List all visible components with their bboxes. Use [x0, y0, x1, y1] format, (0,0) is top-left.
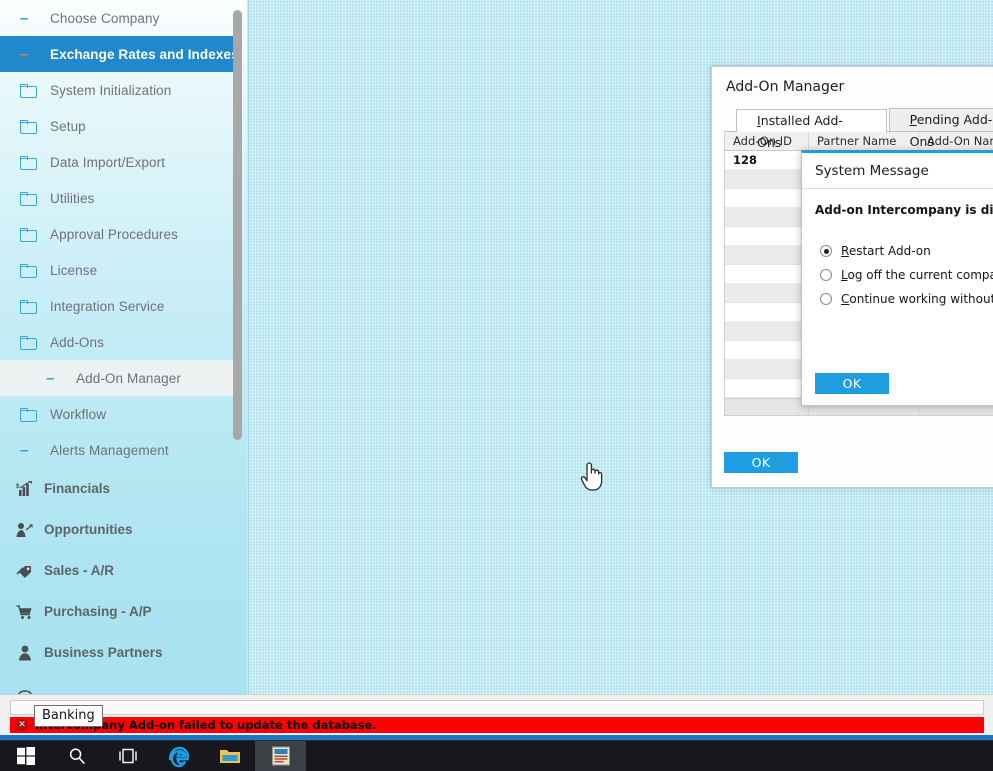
- tree-item-license[interactable]: License: [0, 252, 236, 288]
- pointing-hand-cursor: [578, 460, 604, 497]
- status-error-message: ✕ Intercompany Add-on failed to update t…: [10, 717, 984, 733]
- add-on-manager-footer: OK: [724, 452, 798, 473]
- radio-label: Continue working without this Add-on: [841, 292, 993, 306]
- tree-item-data-import-export[interactable]: Data Import/Export: [0, 144, 236, 180]
- add-on-manager-ok-button[interactable]: OK: [724, 452, 798, 473]
- folder-icon: [20, 84, 46, 98]
- module-item-label: Opportunities: [44, 522, 133, 537]
- folder-icon: [20, 120, 46, 134]
- status-bar: ✕ Intercompany Add-on failed to update t…: [0, 694, 993, 735]
- module-item-label: Business Partners: [44, 645, 163, 660]
- folder-icon: [20, 300, 46, 314]
- radio-label: Log off the current company: [841, 268, 993, 282]
- sidebar-scrollbar-thumb[interactable]: [233, 10, 242, 440]
- module-item-purchasing-ap[interactable]: Purchasing - A/P: [0, 591, 236, 632]
- tree-item-label: Workflow: [50, 406, 107, 422]
- radio-option-continue-without-add-on[interactable]: Continue working without this Add-on: [820, 287, 993, 311]
- folder-icon: [20, 336, 46, 350]
- tree-item-label: License: [50, 262, 98, 278]
- module-tree-sidebar[interactable]: – Choose Company – Exchange Rates and In…: [0, 0, 248, 694]
- module-item-business-partners[interactable]: Business Partners: [0, 632, 236, 673]
- module-tree: – Choose Company – Exchange Rates and In…: [0, 0, 239, 694]
- search-icon[interactable]: [51, 741, 102, 771]
- tree-item-setup[interactable]: Setup: [0, 108, 236, 144]
- module-item-label: Sales - A/R: [44, 563, 115, 578]
- tree-item-label: Setup: [50, 118, 86, 134]
- add-on-manager-tabstrip[interactable]: Installed Add-Ons Pending Add-Ons: [724, 108, 993, 150]
- tree-item-label: Approval Procedures: [50, 226, 178, 242]
- svg-text:$: $: [16, 484, 20, 490]
- sap-business-one-icon[interactable]: [255, 740, 306, 771]
- folder-icon: [20, 228, 46, 242]
- status-input-field[interactable]: [10, 700, 984, 715]
- sales-tag-icon: [10, 563, 40, 579]
- error-x-icon: ✕: [16, 719, 28, 731]
- sidebar-scrollbar[interactable]: [232, 0, 243, 694]
- tree-item-label: Utilities: [50, 190, 95, 206]
- radio-button-icon[interactable]: [820, 245, 832, 257]
- module-item-sales-ar[interactable]: Sales - A/R: [0, 550, 236, 591]
- tree-item-alerts-management[interactable]: – Alerts Management: [0, 432, 236, 468]
- tree-item-choose-company[interactable]: – Choose Company: [0, 0, 236, 36]
- tree-item-utilities[interactable]: Utilities: [0, 180, 236, 216]
- tree-item-system-initialization[interactable]: System Initialization: [0, 72, 236, 108]
- radio-label: Restart Add-on: [841, 244, 931, 258]
- module-item-banking-partial[interactable]: [0, 673, 236, 694]
- tree-item-label: Choose Company: [50, 10, 160, 26]
- windows-start-icon[interactable]: [0, 741, 51, 771]
- business-partners-person-icon: [10, 645, 40, 661]
- tree-item-integration-service[interactable]: Integration Service: [0, 288, 236, 324]
- task-view-icon[interactable]: [102, 741, 153, 771]
- screen-root: – Choose Company – Exchange Rates and In…: [0, 0, 993, 771]
- system-message-text: Add-on Intercompany is disconnected: [815, 203, 993, 217]
- folder-icon: [20, 156, 46, 170]
- system-message-title: System Message: [815, 163, 929, 179]
- opportunities-person-icon: [10, 522, 40, 538]
- system-message-dialog[interactable]: System Message Add-on Intercompany is di…: [801, 150, 993, 406]
- system-message-footer: OK: [815, 373, 889, 394]
- tree-item-approval-procedures[interactable]: Approval Procedures: [0, 216, 236, 252]
- radio-button-icon[interactable]: [820, 293, 832, 305]
- module-item-label: Financials: [44, 481, 111, 496]
- module-item-financials[interactable]: $ Financials: [0, 468, 236, 509]
- module-item-opportunities[interactable]: Opportunities: [0, 509, 236, 550]
- dash-icon: –: [20, 9, 29, 27]
- tab-installed-add-ons[interactable]: Installed Add-Ons: [736, 109, 887, 150]
- folder-icon: [20, 264, 46, 278]
- folder-icon: [20, 192, 46, 206]
- file-explorer-icon[interactable]: [204, 741, 255, 771]
- radio-button-icon[interactable]: [820, 269, 832, 281]
- tree-item-label: System Initialization: [50, 82, 172, 98]
- financials-chart-icon: $: [10, 480, 40, 497]
- windows-taskbar[interactable]: [0, 740, 993, 771]
- system-message-options[interactable]: Restart Add-on Log off the current compa…: [802, 217, 993, 311]
- radio-option-log-off-current-company[interactable]: Log off the current company: [820, 263, 993, 287]
- tree-item-label: Data Import/Export: [50, 154, 166, 170]
- folder-icon: [20, 408, 46, 422]
- system-message-ok-button[interactable]: OK: [815, 373, 889, 394]
- dash-icon: –: [20, 45, 29, 63]
- tree-item-label: Exchange Rates and Indexes: [50, 46, 239, 62]
- tree-item-label: Add-On Manager: [76, 370, 181, 386]
- tree-item-label: Alerts Management: [50, 442, 169, 458]
- dash-icon: –: [46, 369, 55, 387]
- radio-option-restart-add-on[interactable]: Restart Add-on: [820, 239, 993, 263]
- tree-item-label: Add-Ons: [50, 334, 104, 350]
- tree-item-exchange-rates-and-indexes[interactable]: – Exchange Rates and Indexes: [0, 36, 239, 72]
- tree-item-label: Integration Service: [50, 298, 165, 314]
- dash-icon: –: [20, 441, 29, 459]
- column-header-partner-name[interactable]: Partner Name: [809, 131, 919, 151]
- tree-item-workflow[interactable]: Workflow: [0, 396, 236, 432]
- purchasing-cart-icon: [10, 604, 40, 620]
- tree-item-add-ons[interactable]: Add-Ons: [0, 324, 236, 360]
- tree-item-add-on-manager[interactable]: – Add-On Manager: [0, 360, 236, 396]
- banking-tooltip: Banking: [34, 705, 103, 727]
- internet-explorer-icon[interactable]: [153, 741, 204, 771]
- module-item-label: Purchasing - A/P: [44, 604, 152, 619]
- add-on-manager-title: Add-On Manager: [726, 79, 845, 95]
- tab-pending-add-ons[interactable]: Pending Add-Ons: [888, 108, 993, 149]
